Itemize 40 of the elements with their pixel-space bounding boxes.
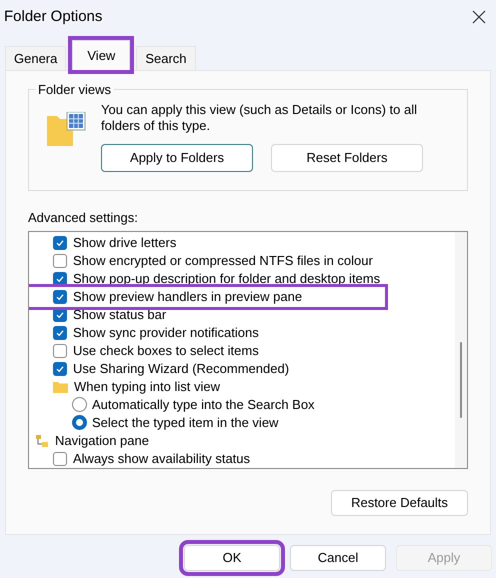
checkbox[interactable] [53,452,67,466]
tree-icon [35,434,49,448]
setting-label: Show preview handlers in preview pane [73,288,302,306]
window-title: Folder Options [4,6,102,27]
setting-label: Automatically type into the Search Box [92,396,315,414]
setting-label: Show drive letters [73,234,176,252]
folder-icon [53,380,68,392]
radio-button[interactable] [72,397,87,412]
folder-action-button[interactable]: Apply to Folders [101,144,253,172]
setting-label: Show sync provider notifications [73,324,259,342]
close-icon[interactable] [472,10,486,24]
group-label: Navigation pane [55,432,149,450]
setting-label: Show pop-up description for folder and desktop items [73,270,380,288]
setting-label: Always show availability status [73,450,250,468]
folder-action-button[interactable]: Reset Folders [271,144,423,172]
radio-button[interactable] [72,415,87,430]
checkbox[interactable] [53,254,67,268]
checkmark-icon [55,238,65,248]
tab[interactable]: Genera [5,46,66,70]
checkbox[interactable] [53,344,67,358]
checkbox[interactable] [53,326,67,340]
setting-label: Use check boxes to select items [73,342,259,360]
setting-label: Show status bar [73,306,166,324]
folder-view-icon [47,112,87,146]
checkbox[interactable] [53,308,67,322]
checkbox[interactable] [53,236,67,250]
checkmark-icon [55,364,65,374]
description-text: You can apply this view (such as Details or Icons) to all folders of this type. [101,102,418,134]
checkbox[interactable] [53,362,67,376]
scrollbar[interactable] [455,232,467,468]
section-label: Advanced settings: [28,209,139,227]
tab[interactable]: Search [136,46,196,70]
setting-label: Select the typed item in the view [92,414,278,432]
group-label: When typing into list view [74,378,220,396]
dialog-button[interactable]: Cancel [290,545,386,571]
restore-defaults-button[interactable]: Restore Defaults [331,490,468,516]
setting-label: Show encrypted or compressed NTFS files in colour [73,252,373,270]
checkbox[interactable] [53,272,67,286]
setting-label: Use Sharing Wizard (Recommended) [73,360,290,378]
checkbox[interactable] [53,290,67,304]
